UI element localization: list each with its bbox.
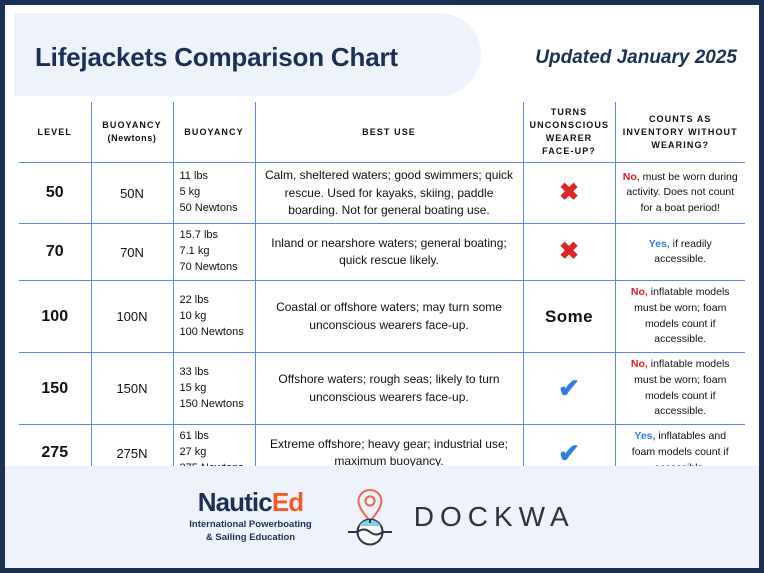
check-icon: ✔	[558, 373, 580, 404]
column-header-face-up: TURNS UNCONSCIOUS WEARER FACE-UP?	[522, 102, 616, 164]
cell-buoyancy-line: 7.1 kg	[179, 245, 210, 258]
cell-level: 50	[19, 162, 92, 225]
page-title: Lifejackets Comparison Chart	[35, 42, 398, 72]
cell-face-up: ✔	[522, 352, 616, 426]
inventory-text: inflatable models must be worn; foam mod…	[634, 358, 730, 418]
cell-buoyancy: 33 lbs 15 kg 150 Newtons	[172, 352, 256, 426]
column-header-buoyancy-label: BUOYANCY	[184, 126, 244, 137]
inventory-text: must be worn during activity. Does not c…	[626, 170, 738, 215]
nauticed-tagline-line2: & Sailing Education	[205, 532, 296, 543]
footer: NauticEd International Powerboating & Sa…	[5, 466, 759, 568]
nauticed-wordmark-part1: Nautic	[197, 487, 273, 518]
cell-best-use: Inland or nearshore waters; general boat…	[254, 223, 524, 282]
nauticed-tagline-line1: International Powerboating	[189, 519, 312, 531]
cell-best-use: Offshore waters; rough seas; likely to t…	[254, 352, 524, 426]
cell-buoyancy-line: 50 Newtons	[179, 202, 238, 215]
cell-level: 70	[19, 223, 92, 282]
column-header-buoyancy-newtons-sub: (Newtons)	[107, 133, 157, 144]
nauticed-wordmark: NauticEd	[189, 489, 311, 515]
nauticed-logo[interactable]: NauticEd International Powerboating & Sa…	[189, 489, 311, 545]
column-header-inventory: COUNTS AS INVENTORY WITHOUT WEARING?	[614, 102, 745, 164]
dockwa-wordmark: DOCKWA	[413, 501, 575, 532]
cell-buoyancy-line: 100 Newtons	[179, 325, 244, 338]
column-header-face-up-label: TURNS UNCONSCIOUS WEARER FACE-UP?	[529, 107, 610, 157]
cell-buoyancy-line: 10 kg	[179, 309, 207, 322]
updated-label: Updated January 2025	[535, 47, 737, 68]
cell-inventory: No, inflatable models must be worn; foam…	[614, 352, 745, 426]
table-header-row: LEVEL BUOYANCY (Newtons) BUOYANCY BEST U…	[19, 102, 745, 164]
cell-level: 150	[19, 352, 92, 426]
cell-inventory: Yes, if readily accessible.	[614, 223, 745, 282]
cell-buoyancy: 15.7 lbs 7.1 kg 70 Newtons	[172, 223, 256, 282]
cell-inventory: No, must be worn during activity. Does n…	[614, 162, 745, 225]
column-header-inventory-label: COUNTS AS INVENTORY WITHOUT WEARING?	[622, 113, 738, 150]
poster-frame: Lifejackets Comparison Chart Updated Jan…	[0, 0, 764, 573]
cell-buoyancy-line: 22 lbs	[179, 293, 209, 306]
check-icon: ✔	[558, 437, 580, 468]
table-row: 50 50N 11 lbs 5 kg 50 Newtons Calm, sheltered…	[19, 162, 745, 225]
cross-icon: ✖	[558, 238, 580, 266]
cell-buoyancy-newtons: 150N	[90, 352, 174, 426]
cell-inventory: No, inflatable models must be worn; foam…	[614, 280, 745, 354]
cell-buoyancy-line: 27 kg	[179, 446, 207, 459]
face-up-some-label: Some	[545, 306, 593, 326]
nauticed-tagline: International Powerboating & Sailing Edu…	[189, 519, 311, 545]
column-header-buoyancy-newtons-label: BUOYANCY	[102, 120, 162, 131]
column-header-best-use: BEST USE	[254, 102, 524, 164]
column-header-buoyancy: BUOYANCY	[172, 102, 256, 164]
dockwa-logo[interactable]: DOCKWA	[346, 484, 575, 551]
column-header-best-use-label: BEST USE	[362, 126, 416, 137]
cell-face-up: ✖	[522, 223, 616, 282]
cell-best-use: Coastal or offshore waters; may turn som…	[254, 280, 524, 354]
table-row: 150 150N 33 lbs 15 kg 150 Newtons Offshore wa…	[19, 352, 745, 426]
cell-buoyancy-line: 15.7 lbs	[179, 229, 219, 242]
column-header-level: LEVEL	[19, 102, 92, 164]
cell-buoyancy-line: 61 lbs	[179, 430, 209, 443]
nauticed-wordmark-part2: Ed	[271, 487, 304, 518]
cell-buoyancy-line: 33 lbs	[179, 365, 209, 378]
inventory-text: inflatable models must be worn; foam mod…	[634, 286, 730, 346]
cell-buoyancy: 11 lbs 5 kg 50 Newtons	[172, 162, 256, 225]
cell-buoyancy-newtons: 100N	[90, 280, 174, 354]
cell-buoyancy-line: 150 Newtons	[179, 397, 244, 410]
cell-buoyancy-newtons: 50N	[90, 162, 174, 225]
dockwa-buoy-pin-icon	[346, 484, 404, 551]
cell-buoyancy-line: 15 kg	[179, 381, 207, 394]
cell-face-up: ✖	[522, 162, 616, 225]
table-body: 50 50N 11 lbs 5 kg 50 Newtons Calm, sheltered…	[19, 162, 745, 481]
inventory-keyword: Yes,	[634, 430, 656, 443]
inventory-keyword: No,	[622, 170, 640, 183]
comparison-table-container: LEVEL BUOYANCY (Newtons) BUOYANCY BEST U…	[5, 102, 759, 481]
table-row: 100 100N 22 lbs 10 kg 100 Newtons Coastal or …	[19, 280, 745, 354]
inventory-keyword: No,	[630, 358, 648, 371]
cell-face-up: Some	[522, 280, 616, 354]
cell-level: 100	[19, 280, 92, 354]
cell-buoyancy: 22 lbs 10 kg 100 Newtons	[172, 280, 256, 354]
table-row: 70 70N 15.7 lbs 7.1 kg 70 Newtons Inland or n…	[19, 223, 745, 282]
cell-buoyancy-line: 11 lbs	[179, 170, 209, 183]
header: Lifejackets Comparison Chart Updated Jan…	[5, 5, 759, 102]
cell-best-use: Calm, sheltered waters; good swimmers; q…	[254, 162, 524, 225]
column-header-buoyancy-newtons: BUOYANCY (Newtons)	[90, 102, 174, 164]
table-header: LEVEL BUOYANCY (Newtons) BUOYANCY BEST U…	[19, 102, 745, 164]
cross-icon: ✖	[558, 179, 580, 207]
column-header-level-label: LEVEL	[37, 126, 72, 137]
lifejackets-comparison-table: LEVEL BUOYANCY (Newtons) BUOYANCY BEST U…	[19, 102, 745, 481]
inventory-keyword: Yes,	[648, 237, 670, 250]
inventory-keyword: No,	[630, 286, 648, 299]
cell-buoyancy-newtons: 70N	[90, 223, 174, 282]
cell-buoyancy-line: 5 kg	[179, 186, 201, 199]
cell-buoyancy-line: 70 Newtons	[179, 261, 238, 274]
